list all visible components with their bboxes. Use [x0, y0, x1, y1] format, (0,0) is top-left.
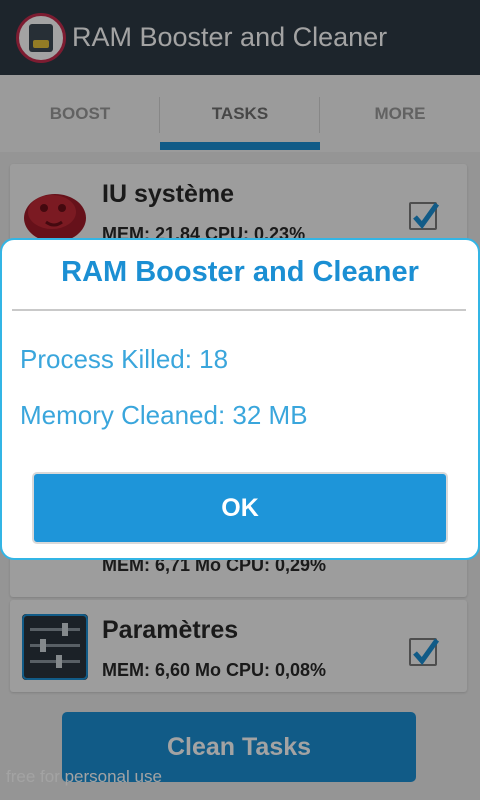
ok-button[interactable]: OK — [32, 472, 448, 544]
dialog-divider — [12, 309, 466, 311]
dialog-title: RAM Booster and Cleaner — [61, 256, 419, 288]
result-dialog: RAM Booster and Cleaner Process Killed: … — [0, 238, 480, 560]
memory-cleaned-text: Memory Cleaned: 32 MB — [20, 400, 308, 430]
process-killed-text: Process Killed: 18 — [20, 344, 229, 374]
